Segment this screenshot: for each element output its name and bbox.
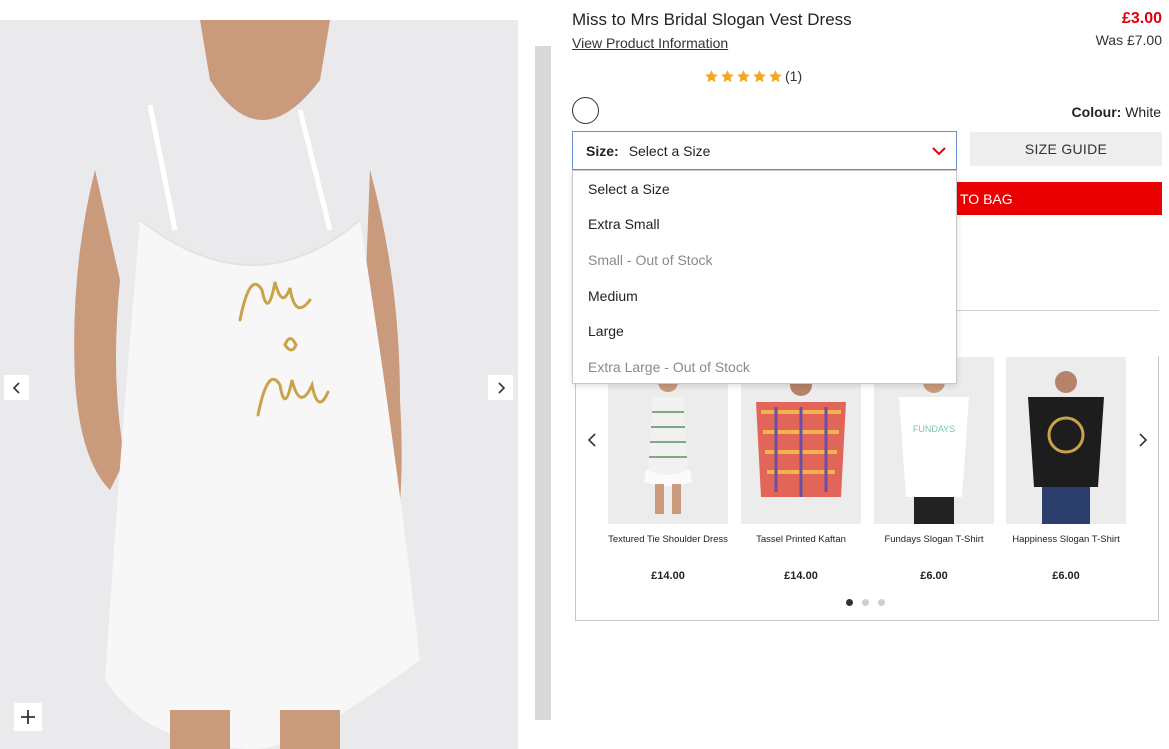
reco-name[interactable]: Fundays Slogan T-Shirt — [874, 533, 994, 547]
reco-prev-button[interactable] — [585, 432, 599, 448]
reco-name[interactable]: Tassel Printed Kaftan — [741, 533, 861, 547]
star-icon — [737, 69, 750, 82]
carousel-dot[interactable] — [862, 599, 869, 606]
product-rating[interactable]: (1) — [704, 68, 802, 84]
zoom-button[interactable] — [14, 703, 42, 731]
image-prev-button[interactable] — [4, 375, 29, 400]
size-select[interactable]: Size: Select a Size — [572, 131, 957, 170]
star-icon — [721, 69, 734, 82]
was-price: Was £7.00 — [1095, 32, 1162, 48]
reco-next-button[interactable] — [1136, 432, 1150, 448]
chevron-down-icon — [932, 147, 946, 156]
reco-price: £6.00 — [1052, 570, 1080, 582]
colour-swatch-white[interactable] — [572, 97, 599, 124]
carousel-dot[interactable] — [878, 599, 885, 606]
reco-thumbnail[interactable] — [1006, 357, 1126, 524]
star-icon — [753, 69, 766, 82]
reco-name[interactable]: Happiness Slogan T-Shirt — [1006, 533, 1126, 547]
product-image — [0, 20, 518, 749]
reco-card[interactable]: Textured Tie Shoulder Dress £14.00 — [608, 357, 728, 582]
size-option[interactable]: Extra Large - Out of Stock — [573, 349, 956, 385]
reco-card[interactable]: Happiness Slogan T-Shirt £6.00 — [1006, 357, 1126, 582]
size-option[interactable]: Select a Size — [573, 171, 956, 207]
chevron-left-icon — [12, 381, 20, 394]
star-icon — [705, 69, 718, 82]
reco-card[interactable]: Tassel Printed Kaftan £14.00 — [741, 357, 861, 582]
colour-display: Colour: White — [1072, 104, 1161, 120]
view-product-info-link[interactable]: View Product Information — [572, 35, 728, 51]
colour-label: Colour: — [1071, 104, 1122, 120]
size-option[interactable]: Small - Out of Stock — [573, 242, 956, 278]
size-guide-button[interactable]: SIZE GUIDE — [970, 132, 1162, 166]
size-option[interactable]: Large — [573, 313, 956, 349]
size-option[interactable]: Extra Small — [573, 207, 956, 243]
reco-price: £14.00 — [784, 570, 818, 582]
reco-card[interactable]: FUNDAYS Fundays Slogan T-Shirt £6.00 — [874, 357, 994, 582]
carousel-dot[interactable] — [846, 599, 853, 606]
reco-price: £14.00 — [651, 570, 685, 582]
size-dropdown-list: Select a Size Extra Small Small - Out of S… — [572, 170, 957, 384]
image-next-button[interactable] — [488, 375, 513, 400]
reco-name[interactable]: Textured Tie Shoulder Dress — [608, 533, 728, 547]
rating-stars — [704, 69, 783, 84]
size-selected-value: Select a Size — [628, 142, 711, 159]
zoom-plus-icon — [21, 710, 35, 724]
colour-value: White — [1125, 104, 1161, 120]
svg-text:FUNDAYS: FUNDAYS — [913, 424, 955, 434]
gallery-scrollbar[interactable] — [535, 46, 551, 720]
size-label: Size: — [586, 142, 619, 159]
product-title: Miss to Mrs Bridal Slogan Vest Dress — [572, 10, 852, 29]
add-to-bag-label: TO BAG — [960, 190, 1013, 207]
carousel-pagination — [846, 599, 885, 606]
rating-count: (1) — [785, 68, 803, 84]
size-option[interactable]: Medium — [573, 278, 956, 314]
product-photo — [0, 20, 518, 749]
current-price: £3.00 — [1121, 10, 1162, 27]
chevron-right-icon — [497, 381, 505, 394]
reco-price: £6.00 — [920, 570, 948, 582]
star-icon — [769, 69, 782, 82]
